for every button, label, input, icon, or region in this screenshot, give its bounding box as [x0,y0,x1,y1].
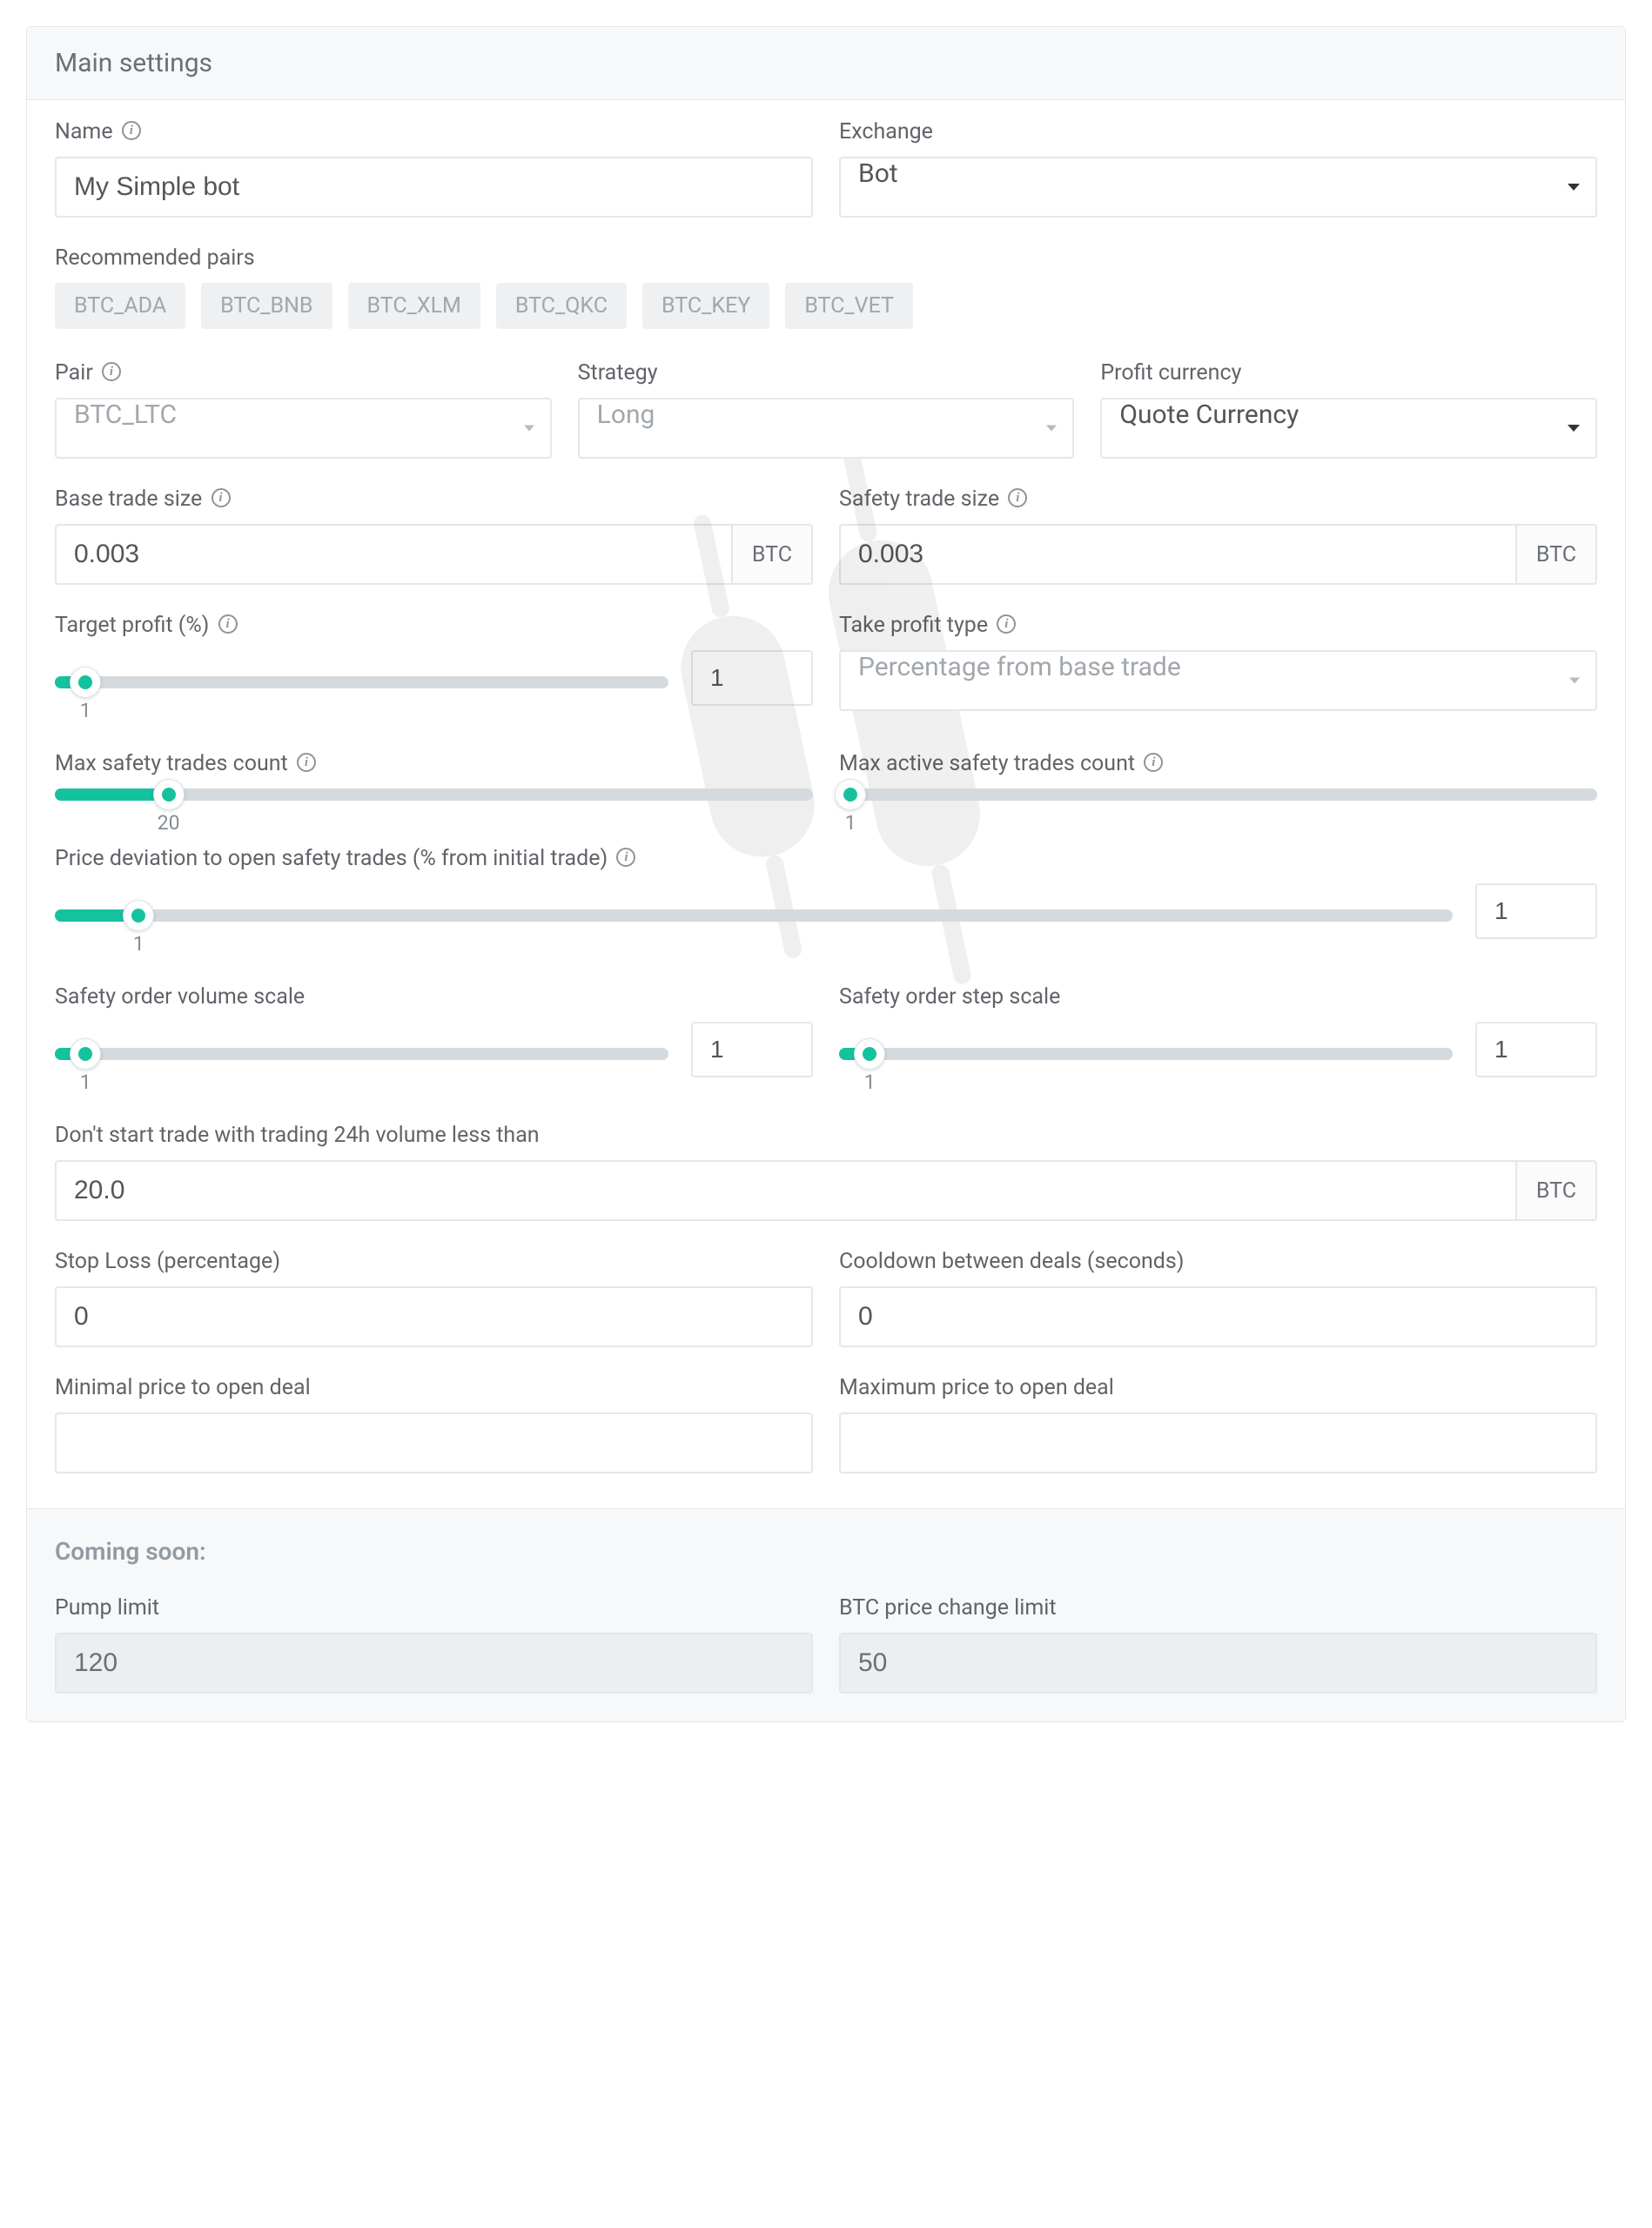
info-icon[interactable] [1144,753,1163,772]
target-profit-label: Target profit (%) [55,613,813,638]
info-icon[interactable] [616,848,635,867]
minimal-price-input[interactable] [55,1413,813,1473]
main-settings-panel: Main settings Name Exchange [26,26,1626,1722]
base-trade-size-input[interactable] [55,524,731,585]
stop-loss-input[interactable] [55,1286,813,1347]
safety-order-volume-scale-slider[interactable]: 1 [55,1048,668,1060]
safety-trade-size-label: Safety trade size [839,487,1597,512]
pair-chip[interactable]: BTC_BNB [201,283,332,329]
info-icon[interactable] [997,614,1016,634]
safety-order-step-scale-label: Safety order step scale [839,984,1597,1010]
info-icon[interactable] [218,614,238,634]
pair-chip[interactable]: BTC_VET [785,283,913,329]
pair-chip[interactable]: BTC_ADA [55,283,185,329]
exchange-select[interactable]: Bot [839,157,1597,218]
maximum-price-input[interactable] [839,1413,1597,1473]
recommended-pairs-label: Recommended pairs [55,245,1597,271]
minimal-price-label: Minimal price to open deal [55,1375,813,1400]
min-volume-label: Don't start trade with trading 24h volum… [55,1123,1597,1148]
safety-trade-size-input[interactable] [839,524,1515,585]
cooldown-input[interactable] [839,1286,1597,1347]
pair-chip[interactable]: BTC_XLM [348,283,480,329]
safety-order-volume-scale-input[interactable] [691,1022,813,1077]
panel-title: Main settings [27,27,1625,100]
price-deviation-input[interactable] [1475,883,1597,939]
btc-price-change-limit-label: BTC price change limit [839,1595,1597,1621]
unit-label: BTC [1515,524,1597,585]
pair-chip[interactable]: BTC_KEY [642,283,769,329]
recommended-pairs: BTC_ADA BTC_BNB BTC_XLM BTC_QKC BTC_KEY … [55,283,1597,329]
unit-label: BTC [1515,1160,1597,1221]
target-profit-slider[interactable]: 1 [55,676,668,688]
cooldown-label: Cooldown between deals (seconds) [839,1249,1597,1274]
info-icon[interactable] [122,121,141,140]
pair-label: Pair [55,360,552,386]
price-deviation-label: Price deviation to open safety trades (%… [55,846,1597,871]
base-trade-size-label: Base trade size [55,487,813,512]
coming-soon-title: Coming soon: [55,1537,1597,1566]
profit-currency-select[interactable]: Quote Currency [1100,398,1597,459]
min-volume-input[interactable] [55,1160,1515,1221]
name-input[interactable] [55,157,813,218]
pump-limit-input [55,1633,813,1694]
strategy-select[interactable]: Long [578,398,1075,459]
max-active-safety-trades-slider[interactable]: 1 [839,789,1597,801]
exchange-label: Exchange [839,119,1597,144]
info-icon[interactable] [102,362,121,381]
pair-select[interactable]: BTC_LTC [55,398,552,459]
max-safety-trades-label: Max safety trades count [55,751,813,776]
safety-order-step-scale-slider[interactable]: 1 [839,1048,1453,1060]
take-profit-type-label: Take profit type [839,613,1597,638]
safety-order-step-scale-input[interactable] [1475,1022,1597,1077]
pair-chip[interactable]: BTC_QKC [496,283,627,329]
strategy-label: Strategy [578,360,1075,386]
take-profit-type-select[interactable]: Percentage from base trade [839,650,1597,711]
max-active-safety-trades-label: Max active safety trades count [839,751,1597,776]
info-icon[interactable] [297,753,316,772]
unit-label: BTC [731,524,813,585]
max-safety-trades-slider[interactable]: 20 [55,789,813,801]
coming-soon-section: Coming soon: Pump limit BTC price change… [27,1508,1625,1721]
pump-limit-label: Pump limit [55,1595,813,1621]
target-profit-input[interactable] [691,650,813,706]
info-icon[interactable] [212,488,231,507]
name-label: Name [55,119,813,144]
safety-order-volume-scale-label: Safety order volume scale [55,984,813,1010]
btc-price-change-limit-input [839,1633,1597,1694]
info-icon[interactable] [1008,488,1027,507]
stop-loss-label: Stop Loss (percentage) [55,1249,813,1274]
price-deviation-slider[interactable]: 1 [55,909,1453,922]
profit-currency-label: Profit currency [1100,360,1597,386]
maximum-price-label: Maximum price to open deal [839,1375,1597,1400]
